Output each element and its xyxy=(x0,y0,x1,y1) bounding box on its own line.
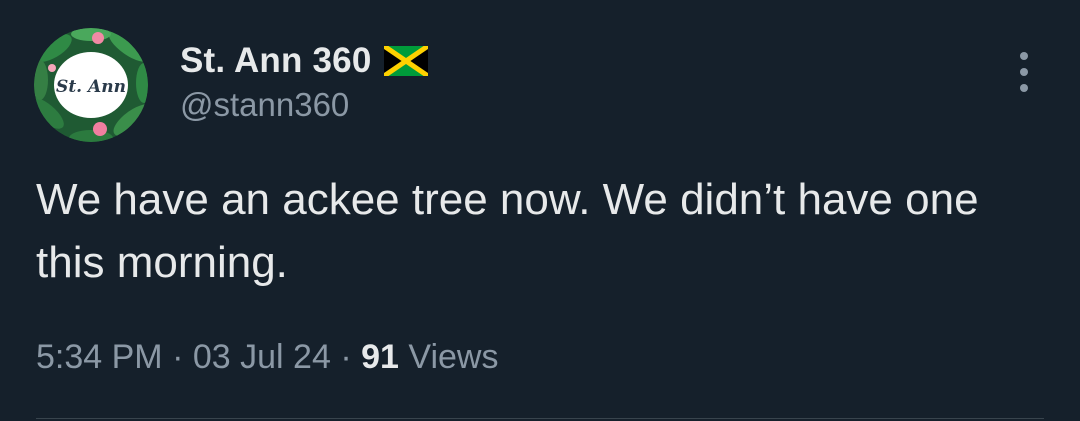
handle[interactable]: @stann360 xyxy=(180,86,349,124)
views-count: 91 xyxy=(361,338,399,376)
avatar[interactable]: St. Ann xyxy=(34,28,148,142)
tweet-date[interactable]: 03 Jul 24 xyxy=(193,338,331,376)
tweet-meta: 5:34 PM · 03 Jul 24 · 91 Views xyxy=(36,338,498,377)
tweet-time[interactable]: 5:34 PM xyxy=(36,338,163,376)
separator: · xyxy=(172,338,184,376)
views-label: Views xyxy=(408,338,499,376)
tweet-text: We have an ackee tree now. We didn’t hav… xyxy=(36,175,979,287)
more-vertical-icon[interactable] xyxy=(1014,52,1034,92)
tweet[interactable]: St. Ann St. Ann 360 @stann360 We have an… xyxy=(0,0,1080,421)
author-row: St. Ann 360 xyxy=(180,38,428,84)
separator: · xyxy=(340,338,352,376)
avatar-image: St. Ann xyxy=(34,28,148,142)
display-name[interactable]: St. Ann 360 xyxy=(180,41,372,81)
jamaica-flag-icon xyxy=(383,46,428,76)
divider xyxy=(36,418,1044,419)
svg-text:St. Ann: St. Ann xyxy=(56,77,126,97)
